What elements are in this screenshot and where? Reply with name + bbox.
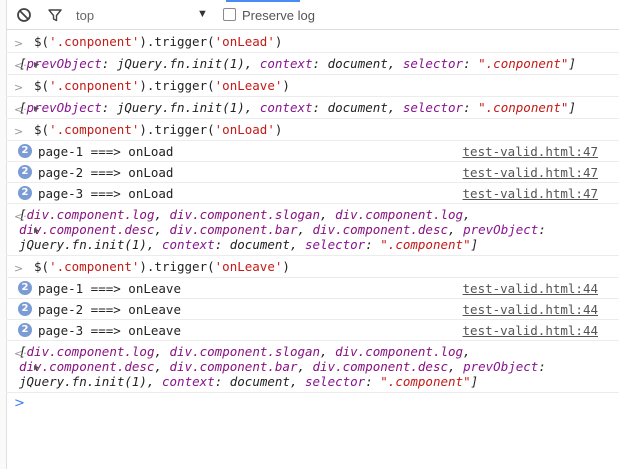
chevron-right-icon: > xyxy=(14,125,24,138)
console-log-row: 2 page-1 ===> onLoad test-valid.html:47 xyxy=(6,141,619,162)
source-link[interactable]: test-valid.html:44 xyxy=(463,302,598,317)
context-selector[interactable]: top xyxy=(76,8,94,23)
prompt-chevron-icon: > xyxy=(14,396,25,411)
source-link[interactable]: test-valid.html:44 xyxy=(463,323,598,338)
source-link[interactable]: test-valid.html:47 xyxy=(463,186,598,201)
console-result-row[interactable]: <· ▶ [prevObject: jQuery.fn.init(1), con… xyxy=(6,97,619,119)
expand-triangle-icon[interactable]: ▶ xyxy=(34,224,39,239)
preserve-log-checkbox[interactable] xyxy=(223,8,236,21)
repeat-count-badge: 2 xyxy=(18,165,32,179)
preserve-log-label: Preserve log xyxy=(242,8,315,23)
expand-triangle-icon[interactable]: ▶ xyxy=(34,361,39,376)
console-log-row: 2 page-2 ===> onLoad test-valid.html:47 xyxy=(6,162,619,183)
repeat-count-badge: 2 xyxy=(18,144,32,158)
expand-triangle-icon[interactable]: ▶ xyxy=(34,58,39,73)
result-arrow-icon: <· xyxy=(14,59,27,72)
console-input-row: > $('.component').trigger('onLeave') xyxy=(6,256,619,278)
console-toolbar: top ▼ Preserve log xyxy=(6,0,619,30)
block-icon[interactable] xyxy=(16,7,32,23)
result-arrow-icon: <· xyxy=(14,103,27,116)
source-link[interactable]: test-valid.html:47 xyxy=(463,165,598,180)
repeat-count-badge: 2 xyxy=(18,302,32,316)
toolbar-accent-bar xyxy=(226,0,300,2)
chevron-right-icon: > xyxy=(14,262,24,275)
console-input-row: > $('.conponent').trigger('onLeave') xyxy=(6,75,619,97)
console-log-row: 2 page-2 ===> onLeave test-valid.html:44 xyxy=(6,299,619,320)
console-prompt[interactable]: > xyxy=(6,393,619,415)
source-link[interactable]: test-valid.html:47 xyxy=(463,144,598,159)
console-log-row: 2 page-3 ===> onLoad test-valid.html:47 xyxy=(6,183,619,204)
expand-triangle-icon[interactable]: ▶ xyxy=(34,102,39,117)
console-input-row: > $('.conponent').trigger('onLead') xyxy=(6,31,619,53)
console-output: > $('.conponent').trigger('onLead') <· ▶… xyxy=(6,31,619,415)
console-input-row: > $('.component').trigger('onLoad') xyxy=(6,119,619,141)
chevron-right-icon: > xyxy=(14,81,24,94)
repeat-count-badge: 2 xyxy=(18,281,32,295)
console-log-row: 2 page-3 ===> onLeave test-valid.html:44 xyxy=(6,320,619,341)
filter-icon[interactable] xyxy=(47,7,63,23)
chevron-right-icon: > xyxy=(14,37,24,50)
console-result-row[interactable]: <· ▶ [div.component.log, div.component.s… xyxy=(6,204,619,256)
console-result-row[interactable]: <· ▶ [div.component.log, div.component.s… xyxy=(6,341,619,393)
source-link[interactable]: test-valid.html:44 xyxy=(463,281,598,296)
repeat-count-badge: 2 xyxy=(18,186,32,200)
result-arrow-icon: <· xyxy=(14,210,27,223)
repeat-count-badge: 2 xyxy=(18,323,32,337)
console-result-row[interactable]: <· ▶ [prevObject: jQuery.fn.init(1), con… xyxy=(6,53,619,75)
console-log-row: 2 page-1 ===> onLeave test-valid.html:44 xyxy=(6,278,619,299)
context-dropdown-caret-icon[interactable]: ▼ xyxy=(197,8,208,20)
result-arrow-icon: <· xyxy=(14,347,27,360)
